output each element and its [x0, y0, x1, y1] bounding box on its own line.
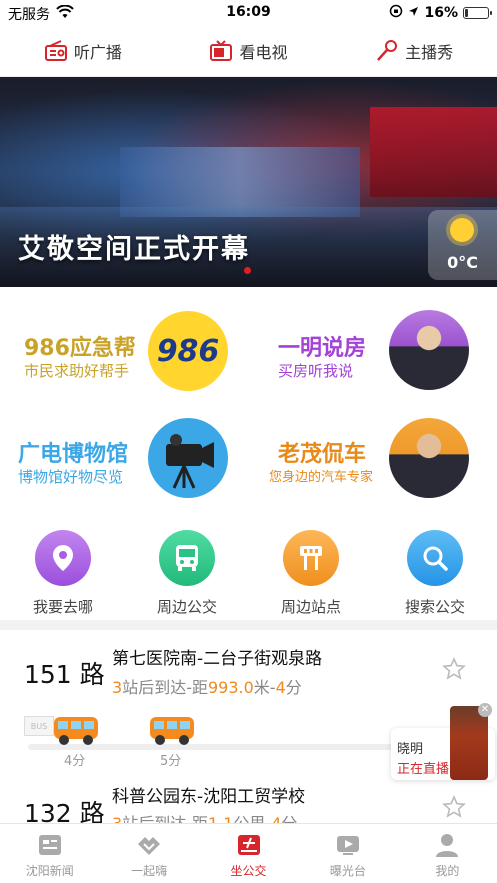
- feature-title: 986应急帮: [24, 336, 136, 361]
- video-icon: [336, 836, 359, 855]
- service-nearby-bus[interactable]: 周边公交: [137, 530, 237, 617]
- service-search-bus[interactable]: 搜索公交: [385, 530, 485, 617]
- bus-icon: [159, 530, 215, 586]
- host-avatar: [389, 310, 469, 390]
- rotation-lock-icon: [389, 4, 403, 22]
- news-icon: [38, 835, 61, 855]
- status-bar: 无服务 16:09 16%: [0, 0, 497, 26]
- service-nearby-stops[interactable]: 周边站点: [261, 530, 361, 617]
- location-arrow-icon: [408, 5, 419, 21]
- bus-tab-icon: [237, 835, 260, 855]
- bus-eta-label: 4分: [64, 754, 86, 769]
- nav-listen-radio[interactable]: 听广播: [44, 39, 122, 63]
- status-right: 16%: [389, 4, 492, 22]
- feature-museum[interactable]: 广电博物馆 博物馆好物尽览: [0, 410, 248, 510]
- bottom-tab-bar: 沈阳新闻 一起嗨 坐公交 曝光台 我的: [0, 823, 497, 883]
- feature-yiming-house[interactable]: 一明说房 买房听我说: [248, 300, 497, 400]
- feature-title: 一明说房: [278, 336, 367, 361]
- handshake-icon: [138, 837, 161, 855]
- tab-take-bus[interactable]: 坐公交: [199, 824, 298, 883]
- location-pin-icon: [35, 530, 91, 586]
- carousel-indicator: [244, 267, 251, 274]
- banner-image-red-wall: [370, 107, 497, 197]
- bus-marker-icon: [150, 717, 194, 745]
- sun-icon: [450, 218, 474, 242]
- host-avatar: [389, 418, 469, 498]
- feature-emergency-help[interactable]: 986应急帮 市民求助好帮手 986: [0, 300, 248, 400]
- tab-label: 沈阳新闻: [25, 864, 74, 878]
- feature-car-talk[interactable]: 老茂侃车 您身边的汽车专家: [248, 410, 497, 510]
- live-host-name: 晓明: [397, 742, 424, 757]
- live-status: 正在直播: [397, 762, 450, 777]
- tab-exposure[interactable]: 曝光台: [298, 824, 397, 883]
- nav-label: 听广播: [73, 43, 122, 62]
- camera-icon: [148, 418, 228, 498]
- profile-icon: [436, 834, 459, 857]
- service-label: 搜索公交: [404, 598, 465, 616]
- tab-label: 曝光台: [329, 864, 366, 878]
- favorite-star-icon[interactable]: [442, 657, 466, 681]
- route-name: 第七医院南-二台子街观泉路: [112, 649, 323, 669]
- feature-subtitle: 您身边的汽车专家: [269, 470, 374, 485]
- weather-widget[interactable]: 0°C: [428, 210, 497, 280]
- nav-watch-tv[interactable]: 看电视: [209, 39, 287, 63]
- bus-stop-marker: BUS: [24, 716, 54, 736]
- nav-label: 看电视: [239, 43, 288, 62]
- feature-title: 老茂侃车: [278, 442, 367, 467]
- route-eta: 3站后到达-距993.0米-4分: [112, 678, 302, 697]
- bus-marker-icon: [54, 717, 98, 745]
- microphone-icon: [377, 40, 398, 61]
- battery-icon: [463, 7, 492, 19]
- logo-986-text: 986: [156, 333, 220, 369]
- banner-carousel[interactable]: 艾敬空间正式开幕 0°C: [0, 77, 497, 287]
- feature-title: 广电博物馆: [18, 442, 129, 467]
- service-label: 我要去哪: [32, 598, 93, 616]
- tv-icon: [210, 40, 233, 61]
- route-name: 科普公园东-沈阳工贸学校: [112, 787, 306, 807]
- feature-subtitle: 市民求助好帮手: [24, 362, 130, 380]
- tab-together[interactable]: 一起嗨: [99, 824, 198, 883]
- battery-text: 16%: [424, 5, 458, 21]
- tab-label: 坐公交: [230, 864, 267, 878]
- service-where-to-go[interactable]: 我要去哪: [13, 530, 113, 617]
- live-host-photo: [450, 706, 488, 780]
- tab-label: 一起嗨: [131, 864, 168, 878]
- service-label: 周边公交: [156, 598, 217, 616]
- weather-temperature: 0°C: [447, 253, 478, 272]
- service-label: 周边站点: [280, 598, 341, 616]
- bus-eta-label: 5分: [160, 754, 182, 769]
- close-icon[interactable]: ✕: [478, 703, 492, 717]
- logo-986: 986: [148, 311, 228, 391]
- tab-shenyang-news[interactable]: 沈阳新闻: [0, 824, 99, 883]
- tab-profile[interactable]: 我的: [398, 824, 497, 883]
- bus-stop-icon: [283, 530, 339, 586]
- tab-label: 我的: [435, 864, 460, 878]
- search-icon: [407, 530, 463, 586]
- top-nav: 听广播 看电视 主播秀: [0, 26, 497, 77]
- radio-icon: [44, 40, 67, 61]
- feature-subtitle: 博物馆好物尽览: [18, 468, 124, 486]
- nav-label: 主播秀: [405, 43, 454, 62]
- route-number: 151 路: [24, 660, 105, 689]
- banner-title: 艾敬空间正式开幕: [18, 234, 250, 265]
- favorite-star-icon[interactable]: [442, 795, 466, 819]
- nav-anchor-show[interactable]: 主播秀: [375, 39, 453, 63]
- section-divider: [0, 620, 497, 630]
- feature-subtitle: 买房听我说: [278, 362, 354, 380]
